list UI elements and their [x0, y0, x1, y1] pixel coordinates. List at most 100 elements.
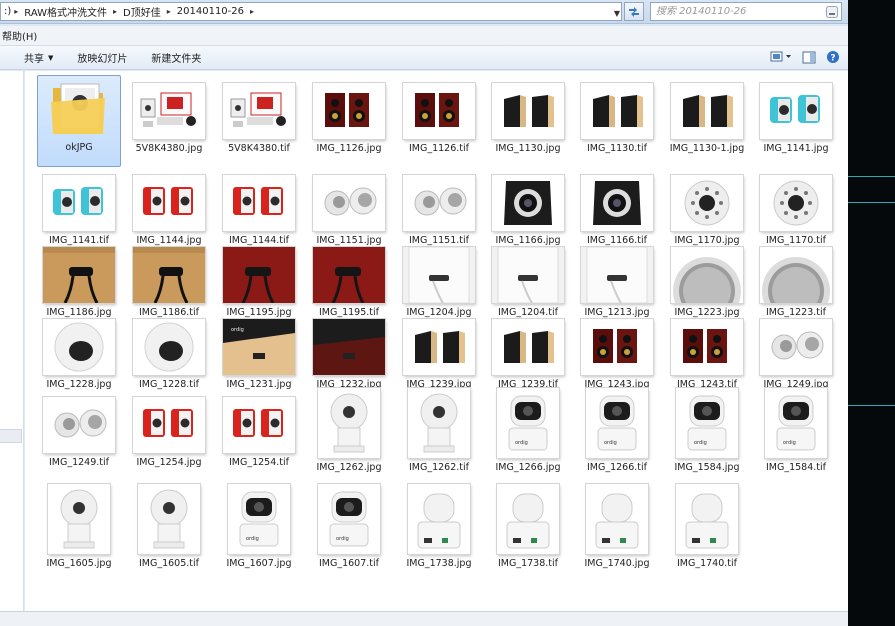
file-name-label: IMG_1126.tif	[408, 143, 469, 154]
file-item[interactable]: IMG_1254.jpg	[127, 387, 211, 487]
menu-item-help[interactable]: 帮助(H)	[0, 28, 39, 43]
file-item[interactable]: IMG_1262.jpg	[307, 387, 391, 487]
share-button[interactable]: 共享 ▼	[0, 50, 65, 66]
navigation-pane[interactable]	[0, 71, 24, 626]
folder-item[interactable]: okJPG	[37, 75, 121, 167]
chevron-right-icon[interactable]: ▸	[12, 7, 20, 16]
minimize-icon[interactable]	[826, 6, 838, 18]
chevron-down-icon[interactable]: ▼	[611, 6, 623, 21]
thumbnail-image: ordig	[586, 388, 648, 458]
thumbnail-image	[138, 484, 200, 554]
file-item[interactable]: 5V8K4380.jpg	[127, 75, 211, 167]
thumbnail-image	[133, 397, 205, 453]
file-name-label: okJPG	[65, 142, 93, 153]
file-item[interactable]: IMG_1605.tif	[127, 483, 211, 583]
file-item[interactable]: IMG_1262.tif	[397, 387, 481, 487]
file-name-label: IMG_1266.jpg	[495, 462, 561, 473]
file-name-label: 5V8K4380.tif	[228, 143, 290, 154]
preview-pane-icon[interactable]	[802, 51, 816, 64]
file-item[interactable]: IMG_1738.tif	[486, 483, 570, 583]
file-item[interactable]: IMG_1740.jpg	[575, 483, 659, 583]
file-item[interactable]: ordig IMG_1584.jpg	[665, 387, 749, 487]
thumbnail-image	[318, 388, 380, 458]
thumbnail-image: ordig	[223, 319, 295, 375]
new-folder-button[interactable]: 新建文件夹	[139, 50, 213, 65]
thumbnail-image	[581, 175, 653, 231]
file-item[interactable]: ordig IMG_1607.jpg	[217, 483, 301, 583]
file-list[interactable]: okJPG 5V8K4380.jpg 5V8K4380.tif IMG_1126…	[25, 71, 848, 611]
thumbnail-image	[223, 397, 295, 453]
svg-text:ordig: ordig	[231, 327, 244, 333]
nav-selected-item[interactable]	[0, 429, 22, 443]
file-item[interactable]: IMG_1605.jpg	[37, 483, 121, 583]
file-item[interactable]: ordig IMG_1607.tif	[307, 483, 391, 583]
search-input[interactable]	[656, 6, 816, 17]
status-bar	[0, 611, 848, 626]
search-field[interactable]	[650, 2, 842, 21]
thumbnail-image	[313, 175, 385, 231]
chevron-right-icon[interactable]: ▸	[248, 7, 256, 16]
view-options-icon[interactable]	[770, 51, 792, 63]
file-name-label: IMG_1738.jpg	[406, 558, 472, 569]
new-folder-label: 新建文件夹	[151, 54, 202, 65]
file-item[interactable]: 5V8K4380.tif	[217, 75, 301, 167]
file-item[interactable]: IMG_1740.tif	[665, 483, 749, 583]
desktop-line	[848, 176, 895, 177]
file-item[interactable]: IMG_1130-1.jpg	[665, 75, 749, 167]
thumbnail-image	[133, 247, 205, 303]
help-icon[interactable]: ?	[826, 50, 840, 64]
thumbnail-image	[408, 388, 470, 458]
file-item[interactable]: IMG_1141.jpg	[754, 75, 838, 167]
thumbnail-image	[760, 319, 832, 375]
file-item[interactable]: IMG_1249.tif	[37, 387, 121, 487]
address-bar-row: :) ▸ RAW格式冲洗文件 ▸ D顶好佳 ▸ 20140110-26 ▸ ▼	[0, 0, 848, 24]
folder-icon	[43, 78, 115, 140]
breadcrumb-prefix[interactable]: :)	[3, 6, 12, 17]
breadcrumb-item-1[interactable]: D顶好佳	[119, 4, 165, 19]
refresh-button[interactable]	[624, 2, 644, 21]
chevron-right-icon[interactable]: ▸	[165, 7, 173, 16]
file-item[interactable]: IMG_1130.tif	[575, 75, 659, 167]
svg-text:ordig: ordig	[783, 440, 796, 446]
file-name-label: IMG_1740.jpg	[584, 558, 650, 569]
thumbnail-image	[223, 175, 295, 231]
address-bar[interactable]: :) ▸ RAW格式冲洗文件 ▸ D顶好佳 ▸ 20140110-26 ▸ ▼	[0, 2, 622, 21]
thumbnail-image	[760, 247, 832, 303]
file-item[interactable]: ordig IMG_1266.jpg	[486, 387, 570, 487]
thumbnail-image	[497, 484, 559, 554]
file-name-label: IMG_1130-1.jpg	[669, 143, 745, 154]
refresh-icon	[629, 6, 639, 17]
thumbnail-image	[43, 175, 115, 231]
file-name-label: IMG_1130.jpg	[495, 143, 561, 154]
file-name-label: IMG_1262.tif	[408, 462, 469, 473]
file-item[interactable]: IMG_1254.tif	[217, 387, 301, 487]
menu-bar: 帮助(H)	[0, 26, 848, 46]
breadcrumb-item-0[interactable]: RAW格式冲洗文件	[20, 4, 111, 19]
thumbnail-image	[492, 247, 564, 303]
slideshow-button[interactable]: 放映幻灯片	[65, 50, 139, 65]
file-item[interactable]: IMG_1126.tif	[397, 75, 481, 167]
thumbnail-image	[43, 319, 115, 375]
slideshow-label: 放映幻灯片	[77, 54, 128, 65]
file-item[interactable]: ordig IMG_1266.tif	[575, 387, 659, 487]
file-name-label: IMG_1584.jpg	[674, 462, 740, 473]
file-name-label: IMG_1584.tif	[765, 462, 826, 473]
file-item[interactable]: ordig IMG_1584.tif	[754, 387, 838, 487]
file-item[interactable]: IMG_1130.jpg	[486, 75, 570, 167]
thumbnail-image	[676, 484, 738, 554]
thumbnail-image	[492, 319, 564, 375]
file-item[interactable]: IMG_1126.jpg	[307, 75, 391, 167]
thumbnail-image: ordig	[765, 388, 827, 458]
file-item[interactable]: IMG_1738.jpg	[397, 483, 481, 583]
breadcrumb-item-2[interactable]: 20140110-26	[173, 6, 248, 17]
file-name-label: IMG_1262.jpg	[316, 462, 382, 473]
svg-text:ordig: ordig	[694, 440, 707, 446]
svg-text:ordig: ordig	[515, 440, 528, 446]
thumbnail-image	[408, 484, 470, 554]
chevron-right-icon[interactable]: ▸	[111, 7, 119, 16]
file-name-label: IMG_1605.tif	[138, 558, 199, 569]
svg-text:ordig: ordig	[604, 440, 617, 446]
file-name-label: IMG_1605.jpg	[46, 558, 112, 569]
thumbnail-image	[581, 83, 653, 139]
thumbnail-image	[133, 175, 205, 231]
